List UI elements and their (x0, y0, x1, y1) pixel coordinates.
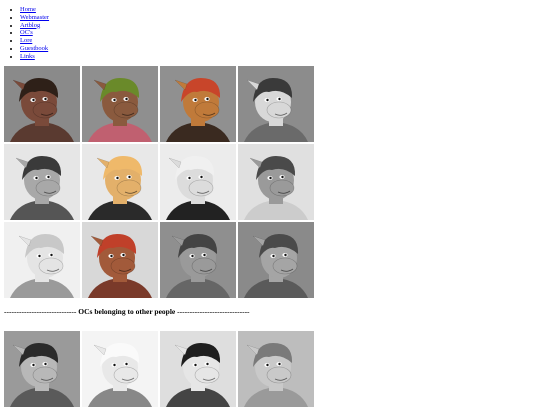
oc-thumbnail-1[interactable] (4, 66, 80, 142)
nav-link-home[interactable]: Home (20, 6, 36, 13)
oc-thumbnail-3[interactable] (160, 66, 236, 142)
other-oc-thumbnail-3[interactable] (160, 331, 236, 407)
other-oc-portrait-3-icon (160, 331, 236, 407)
nav-item-webmaster: Webmaster (20, 14, 49, 22)
nav-link-artblog[interactable]: Artblog (20, 22, 40, 29)
other-oc-thumbnail-1[interactable] (4, 331, 80, 407)
oc-portrait-8-icon (238, 144, 314, 220)
nav-link-webmaster[interactable]: Webmaster (20, 14, 49, 21)
other-oc-thumbnail-4[interactable] (238, 331, 314, 407)
oc-portrait-9-icon (4, 222, 80, 298)
oc-thumbnail-5[interactable] (4, 144, 80, 220)
oc-portrait-4-icon (238, 66, 314, 142)
other-oc-portrait-1-icon (4, 331, 80, 407)
nav-link-lore[interactable]: Lore (20, 37, 32, 44)
section-divider-heading: ----------------------------- OCs belong… (4, 307, 250, 316)
oc-portrait-2-icon (82, 66, 158, 142)
oc-thumbnail-8[interactable] (238, 144, 314, 220)
oc-portrait-7-icon (160, 144, 236, 220)
nav-link-guestbook[interactable]: Guestbook (20, 45, 48, 52)
oc-portrait-5-icon (4, 144, 80, 220)
oc-portrait-12-icon (238, 222, 314, 298)
oc-thumbnail-6[interactable] (82, 144, 158, 220)
other-oc-portrait-2-icon (82, 331, 158, 407)
oc-thumbnail-4[interactable] (238, 66, 314, 142)
other-oc-thumbnail-2[interactable] (82, 331, 158, 407)
nav-link-ocs[interactable]: OC's (20, 29, 33, 36)
site-nav: Home Webmaster Artblog OC's Lore Guestbo… (8, 6, 49, 60)
oc-portrait-3-icon (160, 66, 236, 142)
other-oc-portrait-4-icon (238, 331, 314, 407)
oc-thumbnail-7[interactable] (160, 144, 236, 220)
oc-thumbnail-12[interactable] (238, 222, 314, 298)
nav-link-links[interactable]: Links (20, 53, 35, 60)
oc-thumbnail-9[interactable] (4, 222, 80, 298)
nav-item-links: Links (20, 53, 49, 61)
oc-thumbnail-2[interactable] (82, 66, 158, 142)
nav-item-artblog: Artblog (20, 22, 49, 30)
nav-item-guestbook: Guestbook (20, 45, 49, 53)
nav-item-ocs: OC's (20, 29, 49, 37)
oc-portrait-1-icon (4, 66, 80, 142)
nav-item-lore: Lore (20, 37, 49, 45)
nav-item-home: Home (20, 6, 49, 14)
oc-thumbnail-11[interactable] (160, 222, 236, 298)
oc-portrait-10-icon (82, 222, 158, 298)
oc-thumbnail-10[interactable] (82, 222, 158, 298)
oc-portrait-6-icon (82, 144, 158, 220)
oc-portrait-11-icon (160, 222, 236, 298)
